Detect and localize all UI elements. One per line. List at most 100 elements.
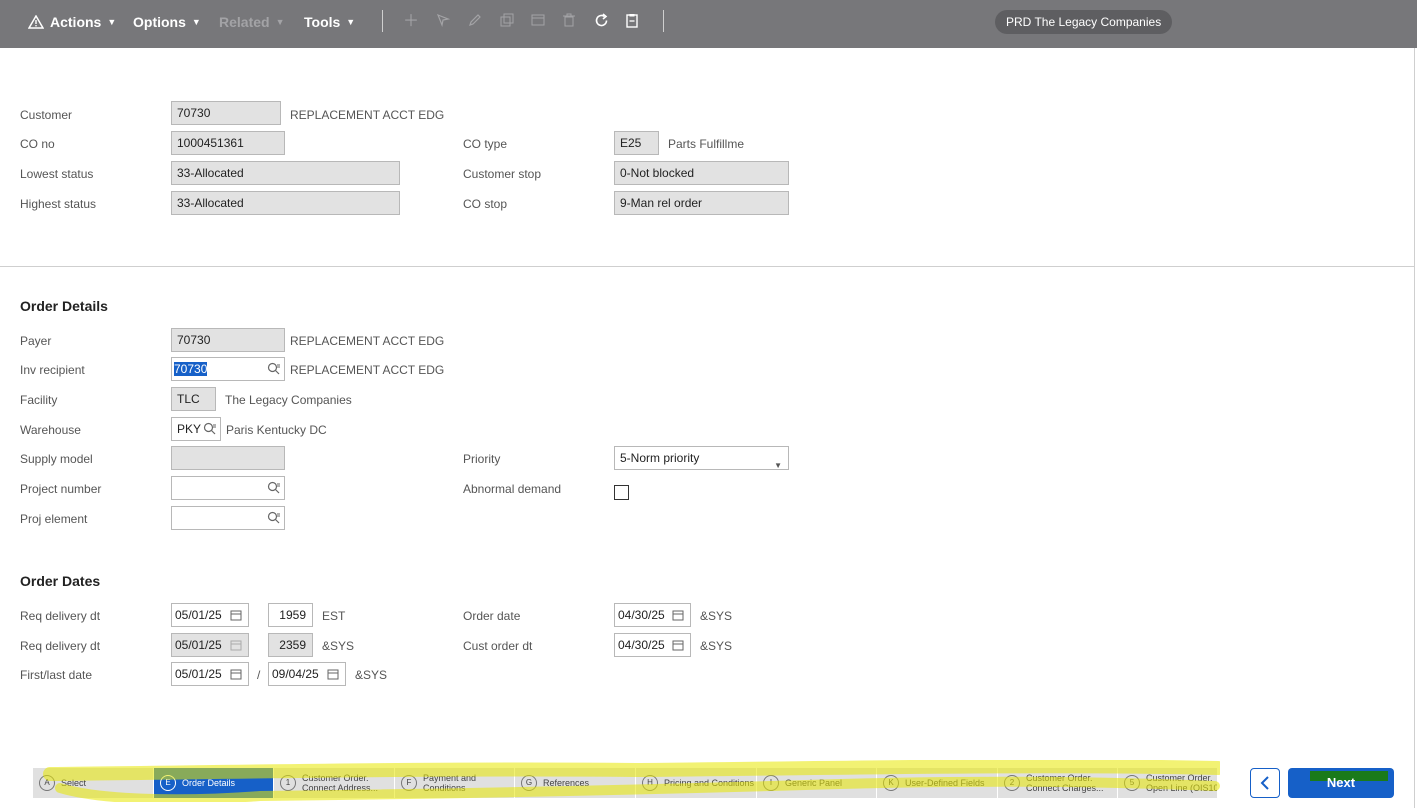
req-delivery-date-input[interactable]: 05/01/25 (171, 603, 249, 627)
step-label: Order Details (182, 778, 236, 788)
chevron-left-icon (1260, 776, 1269, 790)
back-button[interactable] (1250, 768, 1280, 798)
proj-element-label: Proj element (20, 512, 88, 526)
co-stop-field: 9-Man rel order (614, 191, 789, 215)
step-label: Customer Order. Open Line (OIS10 (1146, 773, 1218, 793)
payer-field: 70730 (171, 328, 285, 352)
step-key: 2 (1004, 775, 1020, 791)
tenant-badge[interactable]: PRD The Legacy Companies (995, 10, 1173, 34)
order-date: 04/30/25 (618, 608, 665, 622)
lowest-status-field: 33-Allocated (171, 161, 400, 185)
req-delivery-date-2: 05/01/25 (175, 638, 222, 652)
window-icon[interactable] (529, 13, 547, 31)
step-key: I (763, 775, 779, 791)
last-date: 09/04/25 (272, 667, 319, 681)
related-menu[interactable]: Related ▼ (219, 12, 285, 32)
caret-down-icon: ▼ (191, 17, 201, 27)
delete-icon[interactable] (560, 13, 578, 31)
req-delivery-time-2-field: 2359 (268, 633, 313, 657)
req-delivery-label: Req delivery dt (20, 609, 101, 623)
step-generic-panel[interactable]: I Generic Panel (757, 768, 877, 798)
cust-order-dt-input[interactable]: 04/30/25 (614, 633, 691, 657)
step-key: 1 (280, 775, 296, 791)
toolbar-divider (382, 10, 383, 32)
step-label: User-Defined Fields (905, 778, 985, 788)
step-payment-conditions[interactable]: F Payment and Conditions (395, 768, 515, 798)
order-date-label: Order date (463, 609, 521, 623)
toolbar: Actions ▼ Options ▼ Related ▼ Tools ▼ ＋ … (0, 0, 1417, 48)
first-date-input[interactable]: 05/01/25 (171, 662, 249, 686)
order-date-input[interactable]: 04/30/25 (614, 603, 691, 627)
co-type-label: CO type (463, 137, 508, 151)
search-icon[interactable] (267, 511, 281, 525)
tools-menu[interactable]: Tools ▼ (304, 12, 355, 32)
highest-status-label: Highest status (20, 197, 97, 211)
search-icon[interactable] (203, 422, 217, 436)
customer-field: 70730 (171, 101, 281, 125)
caret-down-icon: ▼ (346, 17, 356, 27)
warning-icon (28, 15, 44, 29)
step-label: Customer Order. Connect Charges... (1026, 773, 1104, 793)
next-label: Next (1326, 775, 1356, 790)
step-pricing-conditions[interactable]: H Pricing and Conditions (636, 768, 757, 798)
step-references[interactable]: G References (515, 768, 636, 798)
warehouse-input[interactable]: PKY (171, 417, 221, 441)
caret-down-icon: ▼ (275, 17, 285, 27)
proj-element-input[interactable] (171, 506, 285, 530)
payer-desc: REPLACEMENT ACCT EDG (290, 334, 445, 348)
step-key: A (39, 775, 55, 791)
step-label: Pricing and Conditions (664, 778, 755, 788)
cust-order-dt-tz: &SYS (700, 639, 733, 653)
edit-icon[interactable] (466, 13, 484, 31)
step-label: References (543, 778, 590, 788)
warehouse-desc: Paris Kentucky DC (226, 423, 327, 437)
options-label: Options (133, 14, 186, 30)
priority-select[interactable]: 5-Norm priority ▼ (614, 446, 789, 470)
calendar-icon[interactable] (327, 668, 339, 680)
options-menu[interactable]: Options ▼ (133, 12, 201, 32)
clipboard-icon[interactable] (623, 13, 641, 31)
copy-icon[interactable] (498, 13, 516, 31)
co-stop-label: CO stop (463, 197, 508, 211)
cust-order-dt-label: Cust order dt (463, 639, 533, 653)
step-select[interactable]: A Select (33, 768, 154, 798)
calendar-icon[interactable] (672, 609, 684, 621)
step-key: K (883, 775, 899, 791)
step-navigation: A Select E Order Details 1 Customer Orde… (33, 768, 1218, 798)
step-label: Generic Panel (785, 778, 843, 788)
req-delivery-time-input[interactable]: 1959 (268, 603, 313, 627)
co-no-label: CO no (20, 137, 55, 151)
calendar-icon[interactable] (672, 639, 684, 651)
next-button[interactable]: Next (1288, 768, 1394, 798)
actions-menu[interactable]: Actions ▼ (28, 12, 116, 32)
co-type-field: E25 (614, 131, 659, 155)
req-delivery-label-2: Req delivery dt (20, 639, 101, 653)
toolbar-divider (663, 10, 664, 32)
abnormal-demand-label: Abnormal demand (463, 482, 562, 496)
payer-label: Payer (20, 334, 52, 348)
step-user-defined-fields[interactable]: K User-Defined Fields (877, 768, 998, 798)
step-connect-address[interactable]: 1 Customer Order. Connect Address... (274, 768, 395, 798)
inv-recipient-input[interactable]: 70730 (171, 357, 285, 381)
co-no-field: 1000451361 (171, 131, 285, 155)
order-dates-title: Order Dates (20, 573, 101, 589)
project-number-input[interactable] (171, 476, 285, 500)
refresh-icon[interactable] (592, 13, 610, 31)
search-icon[interactable] (267, 481, 281, 495)
cust-order-dt: 04/30/25 (618, 638, 665, 652)
step-key: E (160, 775, 176, 791)
first-last-tz: &SYS (355, 668, 388, 682)
step-open-line[interactable]: 5 Customer Order. Open Line (OIS10 (1118, 768, 1218, 798)
step-key: 5 (1124, 775, 1140, 791)
add-icon[interactable]: ＋ (402, 13, 420, 31)
step-order-details[interactable]: E Order Details (154, 768, 274, 798)
abnormal-demand-checkbox[interactable] (614, 485, 629, 500)
priority-label: Priority (463, 452, 501, 466)
last-date-input[interactable]: 09/04/25 (268, 662, 346, 686)
calendar-icon[interactable] (230, 668, 242, 680)
search-icon[interactable] (267, 362, 281, 376)
caret-down-icon: ▼ (774, 461, 782, 470)
step-connect-charges[interactable]: 2 Customer Order. Connect Charges... (998, 768, 1118, 798)
select-pointer-icon[interactable] (434, 13, 452, 31)
calendar-icon[interactable] (230, 609, 242, 621)
